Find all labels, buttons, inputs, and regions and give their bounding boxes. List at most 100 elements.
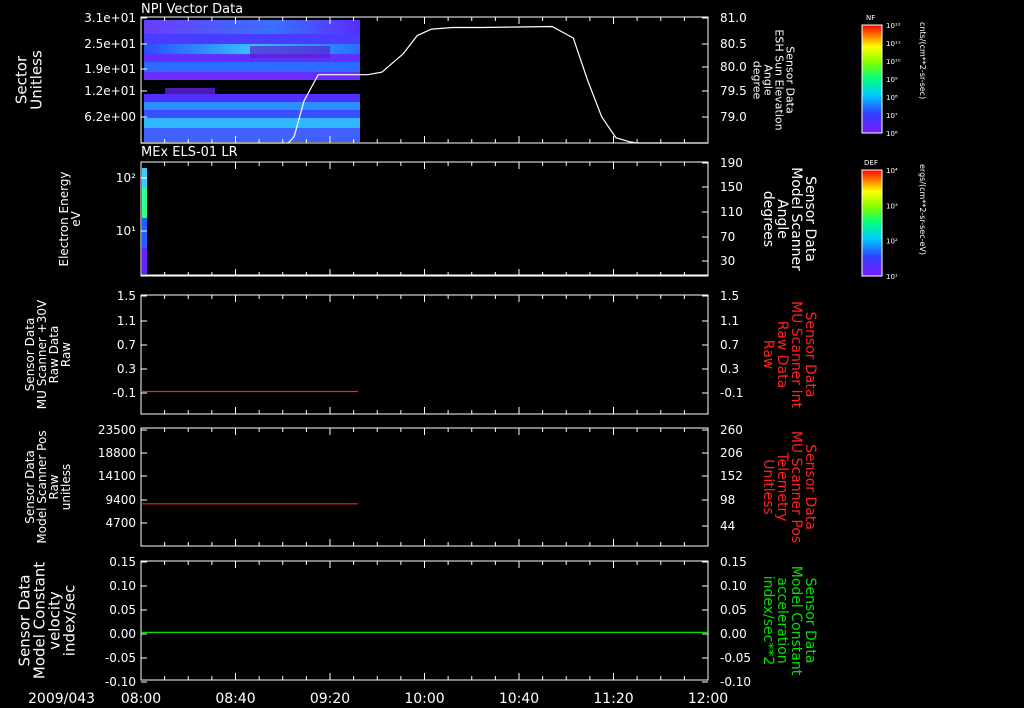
y-tick-label-left: -0.10 [105,675,136,689]
y-tick-label-left: 1.9e+01 [84,62,136,76]
y-tick-label-right: -0.05 [720,651,751,665]
colorbar-def-label: DEF [864,159,878,167]
y-axis-title-right: Unitless [760,459,776,515]
y-tick-label-left: 1.1 [117,314,136,328]
x-tick-label: 10:40 [499,691,539,707]
y-tick-label-left: -0.05 [105,651,136,665]
colorbar-def: DEF ergs/(cm**2-sr-sec-eV) [861,159,927,277]
panel-frame [140,161,709,277]
colorbar-def-scale [861,169,883,277]
spectro-speckle [165,88,215,94]
y-axis-title-left: eV [69,210,83,226]
spectro-band [144,72,360,80]
y-tick-label-left: 1.5 [117,289,136,303]
x-tick-label: 11:20 [593,691,633,707]
y-tick-label-left: 18800 [98,446,136,460]
els-strip [142,218,147,248]
y-axis-title-left: index/sec [61,585,79,656]
y-tick-label-right: 260 [720,423,743,437]
panel-frame [140,427,709,547]
colorbar-def-units: ergs/(cm**2-sr-sec-eV) [918,164,927,255]
y-tick-label-right: 30 [720,254,735,268]
y-tick-label-left: 1.2e+01 [84,84,136,98]
y-axis-title-right: Raw [760,340,776,369]
y-tick-label-right: 80.5 [720,37,747,51]
x-tick-label: 08:40 [215,691,255,707]
date-label: 2009/043 [28,691,95,707]
panel-frame [140,294,709,415]
y-tick-label-right: 206 [720,446,743,460]
spectro-band [144,20,360,34]
panel2-title: MEx ELS-01 LR [141,145,238,160]
y-axis-title-left: Unitless [28,50,46,110]
y-tick-label-right: 44 [720,519,735,533]
y-axis-title-left: Raw [59,342,73,367]
y-tick-label-right: 0.05 [720,603,747,617]
y-tick-label-left: 10¹ [116,224,136,238]
y-tick-label-right: 70 [720,230,735,244]
y-tick-label-left: 0.15 [109,555,136,569]
spectro-band [144,34,360,44]
spectro-band [144,110,360,118]
colorbar-nf-label: NF [866,14,875,22]
colorbar-tick-label: 10³ [886,202,898,210]
colorbar-tick-label: 10⁹ [886,76,898,84]
y-tick-label-right: -0.1 [720,386,743,400]
y-tick-label-left: 23500 [98,423,136,437]
y-axis-title-right: degrees [760,191,776,247]
y-tick-label-right: 80.0 [720,60,747,74]
colorbar-tick-label: 10¹¹ [886,40,901,48]
colorbar-tick-label: 10² [886,238,898,246]
colorbar-tick-label: 10⁸ [886,94,898,102]
y-tick-label-left: 6.2e+00 [84,110,136,124]
y-tick-label-left: 3.1e+01 [84,11,136,25]
x-tick-label: 10:00 [404,691,444,707]
x-tick-label: 08:00 [121,691,161,707]
spectro-band [144,102,360,110]
els-spectrogram [142,168,147,274]
colorbar-tick-label: 10¹⁰ [886,58,901,66]
x-tick-label: 09:20 [310,691,350,707]
spectro-band [144,94,360,102]
y-tick-label-left: 0.7 [117,338,136,352]
colorbar-tick-label: 10⁴ [886,167,898,175]
y-tick-label-right: 98 [720,493,735,507]
colorbar-tick-label: 10⁷ [886,112,898,120]
npi-spectrogram [144,20,360,142]
y-tick-label-left: 10² [116,171,136,185]
spectro-band [144,128,360,142]
y-tick-label-right: 0.7 [720,338,739,352]
colorbar-tick-label: 10⁶ [886,130,898,138]
y-tick-label-right: -0.10 [720,675,751,689]
spectro-speckle [250,46,330,58]
colorbar-nf-units: cnts/(cm**2-sr-sec) [918,22,927,99]
y-tick-label-right: 110 [720,205,743,219]
x-tick-label: 12:00 [688,691,728,707]
y-axis-title-right: degree [751,61,764,100]
y-tick-label-right: 81.0 [720,11,747,25]
y-axis-title-right: index/sec**2 [760,576,776,666]
y-tick-label-left: 14100 [98,469,136,483]
y-tick-label-right: 0.3 [720,362,739,376]
y-tick-label-left: 0.05 [109,603,136,617]
y-tick-label-right: 0.00 [720,627,747,641]
plot-canvas: 3.1e+01 2.5e+01 1.9e+01 1.2e+01 6.2e+00 81.0 8… [13,2,928,707]
y-tick-label-right: 79.0 [720,110,747,124]
panel-frame [140,560,709,681]
spectro-band [144,118,360,128]
y-tick-label-right: 79.5 [720,84,747,98]
y-tick-label-right: 0.15 [720,555,747,569]
spectro-band [144,62,360,72]
y-tick-label-left: 0.10 [109,579,136,593]
y-tick-label-left: 0.3 [117,362,136,376]
y-tick-label-right: 1.1 [720,314,739,328]
y-tick-label-right: 0.10 [720,579,747,593]
y-tick-label-left: 2.5e+01 [84,37,136,51]
colorbar-tick-label: 10¹ [886,273,898,281]
y-tick-label-right: 150 [720,180,743,194]
y-tick-label-right: 1.5 [720,289,739,303]
colorbar-nf-scale [861,24,883,134]
y-axis-title-left: unitless [59,464,73,510]
els-strip [142,188,147,218]
y-tick-label-left: 9400 [105,493,136,507]
